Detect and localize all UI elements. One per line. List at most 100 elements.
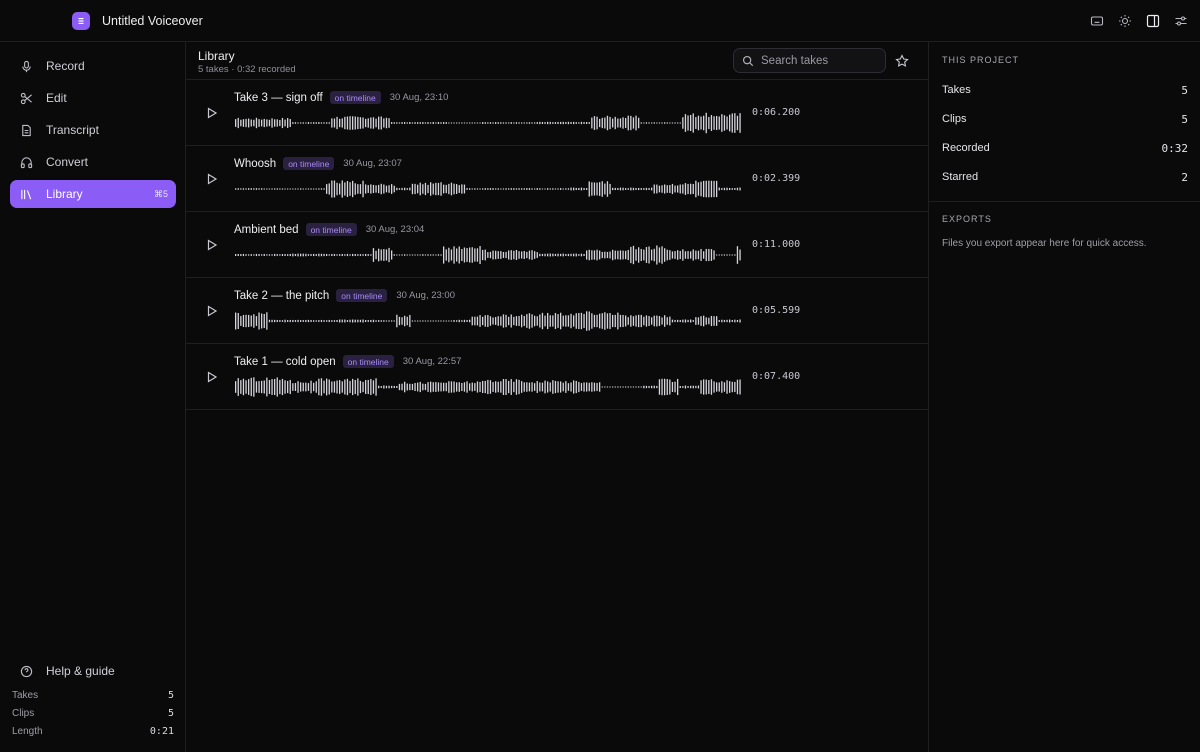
play-icon[interactable]	[204, 237, 220, 253]
waveform-bar	[547, 312, 549, 330]
waveform-bar	[695, 117, 697, 129]
waveform-bar	[469, 188, 471, 190]
stat-label: Clips	[12, 708, 35, 719]
waveform-bar	[287, 380, 289, 394]
waveform-bar	[731, 188, 733, 190]
waveform-bar	[474, 316, 476, 326]
waveform-bar	[292, 383, 294, 391]
waveform-bar	[669, 379, 671, 395]
take-row[interactable]: Ambient bed on timeline 30 Aug, 23:04 0:11.…	[186, 212, 928, 278]
waveform-bar	[588, 311, 590, 331]
waveform-bar	[492, 122, 494, 124]
timeline-badge: on timeline	[329, 91, 381, 104]
waveform[interactable]	[234, 111, 742, 135]
waveform-bar	[385, 249, 388, 261]
waveform-bar	[406, 122, 408, 124]
search-box[interactable]	[733, 48, 886, 73]
waveform-bar	[463, 184, 466, 194]
waveform-bar	[245, 118, 247, 128]
waveform-bar	[437, 182, 440, 196]
play-icon[interactable]	[204, 171, 220, 187]
waveform-bar	[653, 122, 655, 124]
search-input[interactable]	[761, 54, 879, 67]
waveform-bar	[609, 312, 611, 330]
waveform-bar	[328, 319, 330, 323]
keyboard-icon[interactable]	[1086, 10, 1108, 32]
waveform-bar	[640, 122, 642, 124]
take-row[interactable]: Take 1 — cold open on timeline 30 Aug, 22:…	[186, 344, 928, 410]
waveform-bar	[453, 381, 455, 393]
waveform-bar	[398, 188, 401, 190]
waveform-bar	[575, 122, 577, 124]
waveform-bar	[370, 319, 372, 323]
waveform-bar	[268, 319, 271, 323]
take-row[interactable]: Take 3 — sign off on timeline 30 Aug, 23:1…	[186, 80, 928, 146]
help-guide-link[interactable]: Help & guide	[10, 660, 115, 682]
waveform-bar	[263, 380, 265, 394]
sidebar-item-transcript[interactable]: Transcript	[10, 116, 176, 144]
waveform-bar	[422, 383, 424, 391]
sun-icon[interactable]	[1114, 10, 1136, 32]
waveform-bar	[354, 116, 356, 130]
take-duration: 0:02.399	[752, 173, 801, 184]
waveform-bar	[448, 183, 450, 195]
waveform-bar	[515, 379, 518, 395]
waveform-bar	[284, 254, 286, 256]
waveform-bar	[378, 385, 380, 389]
waveform-bar	[357, 184, 359, 194]
waveform-bar	[731, 320, 733, 322]
play-icon[interactable]	[204, 105, 220, 121]
play-icon[interactable]	[204, 303, 220, 319]
waveform-bar	[378, 184, 380, 194]
waveform-bar	[606, 313, 609, 329]
waveform-bar	[380, 320, 382, 322]
waveform-bar	[344, 182, 346, 196]
take-title: Take 2 — the pitch	[234, 289, 330, 302]
waveform-bar	[427, 254, 429, 256]
waveform-bar	[315, 381, 317, 393]
sliders-icon[interactable]	[1170, 10, 1192, 32]
waveform-bar	[313, 253, 315, 257]
waveform-bar	[638, 314, 640, 328]
sidebar-item-library[interactable]: Library ⌘5	[10, 180, 176, 208]
waveform-bar	[235, 312, 237, 330]
waveform-bar	[544, 122, 546, 124]
waveform-bar	[627, 249, 629, 261]
waveform[interactable]	[234, 375, 742, 399]
take-row[interactable]: Take 2 — the pitch on timeline 30 Aug, 23:…	[186, 278, 928, 344]
waveform-bar	[604, 386, 606, 388]
waveform-bar	[357, 254, 359, 256]
waveform-bar	[307, 383, 310, 391]
waveform-bar	[539, 188, 541, 190]
waveform[interactable]	[234, 309, 742, 333]
waveform-bar	[617, 312, 619, 330]
waveform-bar	[279, 254, 281, 256]
take-duration: 0:05.599	[752, 305, 801, 316]
waveform-bar	[258, 312, 260, 330]
waveform-bar	[552, 315, 554, 327]
waveform-bar	[443, 320, 445, 322]
waveform-bar	[393, 122, 395, 124]
waveform-bar	[544, 253, 546, 257]
sidebar-toggle-icon[interactable]	[1142, 10, 1164, 32]
starred-filter-icon[interactable]	[893, 52, 911, 70]
waveform-bar	[339, 319, 341, 323]
waveform-bar	[567, 383, 570, 391]
waveform-bar	[502, 314, 505, 328]
top-bar: Untitled Voiceover	[0, 0, 1200, 42]
waveform-bar	[549, 188, 551, 190]
waveform-bar	[723, 319, 726, 323]
sidebar-item-record[interactable]: Record	[10, 52, 176, 80]
sidebar-item-edit[interactable]: Edit	[10, 84, 176, 112]
scissors-icon	[18, 90, 34, 106]
take-row[interactable]: Whoosh on timeline 30 Aug, 23:07 0:02.399	[186, 146, 928, 212]
waveform[interactable]	[234, 177, 742, 201]
sidebar-item-convert[interactable]: Convert	[10, 148, 176, 176]
waveform-bar	[482, 316, 484, 326]
waveform[interactable]	[234, 243, 742, 267]
waveform-bar	[341, 118, 343, 128]
waveform-bar	[489, 251, 492, 259]
timeline-badge: on timeline	[342, 355, 394, 368]
play-icon[interactable]	[204, 369, 220, 385]
waveform-bar	[625, 386, 627, 388]
